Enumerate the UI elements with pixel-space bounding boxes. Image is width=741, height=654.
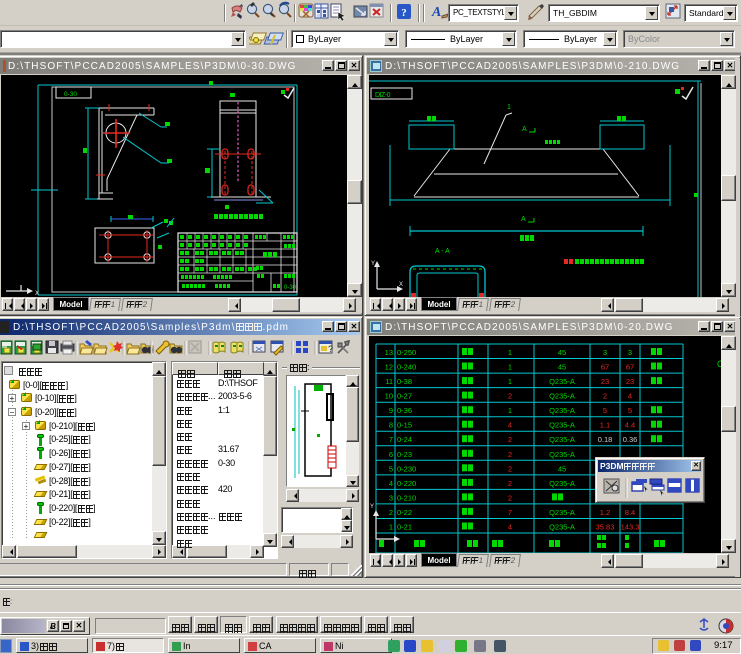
svg-text:8.4: 8.4 <box>625 508 635 517</box>
svg-text:67: 67 <box>601 363 609 372</box>
svg-text:143.3: 143.3 <box>621 523 640 532</box>
svg-text:0-240: 0-240 <box>397 363 416 372</box>
svg-text:Q235-A: Q235-A <box>549 450 575 459</box>
svg-text:1.1: 1.1 <box>600 421 610 430</box>
svg-text:Q235-A: Q235-A <box>549 377 575 386</box>
svg-text:0-30: 0-30 <box>284 285 297 291</box>
svg-text:A - A: A - A <box>435 248 450 255</box>
svg-text:?: ? <box>401 7 407 19</box>
svg-text:45: 45 <box>558 363 566 372</box>
svg-text:A: A <box>431 5 441 20</box>
svg-text:2: 2 <box>508 450 512 459</box>
svg-text:10: 10 <box>385 392 393 401</box>
svg-text:8: 8 <box>389 421 393 430</box>
svg-text:1: 1 <box>508 406 512 415</box>
svg-text:0-250: 0-250 <box>397 348 416 357</box>
svg-text:4: 4 <box>508 523 512 532</box>
svg-text:23: 23 <box>601 377 609 386</box>
svg-text:0-27: 0-27 <box>397 392 412 401</box>
svg-text:7: 7 <box>389 435 393 444</box>
svg-text:23: 23 <box>626 377 634 386</box>
svg-text:0-230: 0-230 <box>397 464 416 473</box>
svg-text:0-38: 0-38 <box>397 377 412 386</box>
svg-text:0.18: 0.18 <box>598 435 613 444</box>
svg-text:4: 4 <box>508 421 512 430</box>
svg-text:12: 12 <box>385 363 393 372</box>
svg-text:2: 2 <box>603 392 607 401</box>
svg-text:0-24: 0-24 <box>397 435 412 444</box>
svg-text:35.83: 35.83 <box>596 523 615 532</box>
svg-text:0-210: 0-210 <box>397 493 416 502</box>
svg-text:Q235-A: Q235-A <box>549 479 575 488</box>
svg-text:11: 11 <box>385 377 393 386</box>
svg-text:0.36: 0.36 <box>623 435 638 444</box>
svg-text:Q235-A: Q235-A <box>549 421 575 430</box>
svg-text:4: 4 <box>628 392 632 401</box>
svg-text:67: 67 <box>626 363 634 372</box>
svg-text:5: 5 <box>389 464 393 473</box>
svg-text:1: 1 <box>508 377 512 386</box>
svg-text:Q235-A: Q235-A <box>549 392 575 401</box>
svg-text:?: ? <box>328 344 333 354</box>
svg-text:Q235-A: Q235-A <box>549 508 575 517</box>
svg-text:4: 4 <box>389 479 393 488</box>
svg-text:3: 3 <box>628 348 632 357</box>
svg-text:Q235-A: Q235-A <box>549 406 575 415</box>
svg-text:2: 2 <box>508 435 512 444</box>
svg-text:5: 5 <box>603 406 607 415</box>
svg-text:Q235-A: Q235-A <box>549 435 575 444</box>
svg-text:2: 2 <box>508 464 512 473</box>
svg-text:0-220: 0-220 <box>397 479 416 488</box>
svg-text:A: A <box>522 126 527 133</box>
svg-text:1: 1 <box>508 363 512 372</box>
svg-text:4.4: 4.4 <box>625 421 635 430</box>
svg-text:0-15: 0-15 <box>397 421 412 430</box>
svg-text:0-23: 0-23 <box>397 450 412 459</box>
svg-text:2: 2 <box>508 392 512 401</box>
svg-text:1: 1 <box>508 348 512 357</box>
svg-text:2: 2 <box>508 493 512 502</box>
svg-text:45: 45 <box>558 464 566 473</box>
svg-text:3: 3 <box>389 493 393 502</box>
svg-text:7: 7 <box>508 508 512 517</box>
svg-text:1: 1 <box>507 104 511 111</box>
svg-text:Y: Y <box>371 261 375 267</box>
svg-text:DIZ-0: DIZ-0 <box>375 92 391 99</box>
svg-text:X: X <box>399 282 403 288</box>
svg-text:0-21: 0-21 <box>397 523 412 532</box>
svg-text:5: 5 <box>628 406 632 415</box>
svg-text:0-36: 0-36 <box>397 406 412 415</box>
svg-text:13: 13 <box>385 348 393 357</box>
svg-text:A: A <box>521 216 526 223</box>
svg-text:1.2: 1.2 <box>600 508 610 517</box>
svg-text:6: 6 <box>389 450 393 459</box>
svg-text:0-22: 0-22 <box>397 508 412 517</box>
svg-text:Y: Y <box>370 504 374 510</box>
svg-text:0-30: 0-30 <box>64 91 77 98</box>
svg-text:9: 9 <box>389 406 393 415</box>
svg-text:45: 45 <box>558 348 566 357</box>
svg-text:2: 2 <box>508 479 512 488</box>
svg-text:1: 1 <box>389 523 393 532</box>
svg-text:2: 2 <box>389 508 393 517</box>
svg-text:3: 3 <box>603 348 607 357</box>
svg-text:Q235-A: Q235-A <box>549 523 575 532</box>
